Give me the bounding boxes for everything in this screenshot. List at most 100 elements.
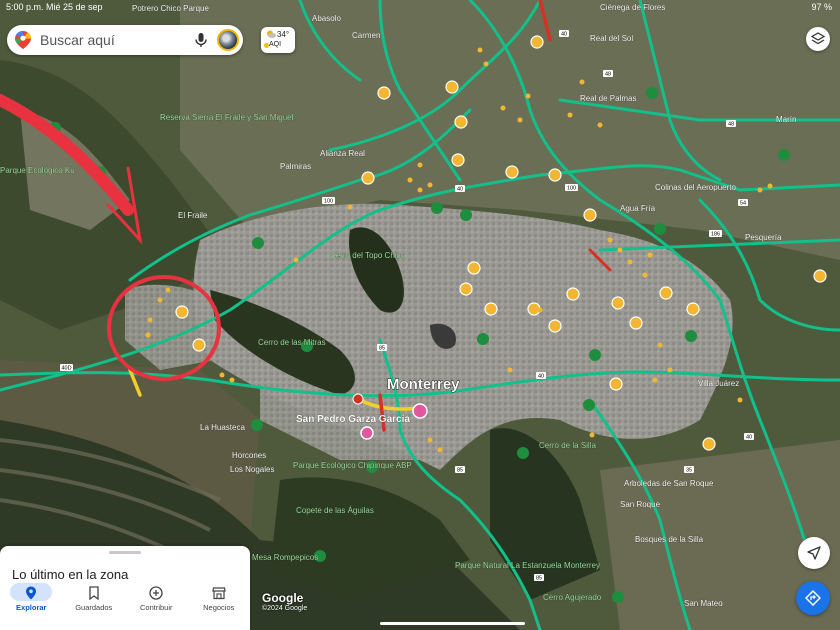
park-marker — [612, 591, 624, 603]
poi-star-marker — [629, 316, 643, 330]
poi-star-marker — [566, 287, 580, 301]
tab-contribuir[interactable]: Contribuir — [125, 582, 188, 630]
search-input[interactable] — [38, 31, 193, 49]
park-marker — [517, 447, 529, 459]
poi-star-marker — [175, 305, 189, 319]
home-indicator[interactable] — [380, 622, 525, 625]
place-label: Cerro de la Silla — [539, 441, 596, 450]
tab-label: Guardados — [75, 603, 113, 612]
place-label: Mesa Rompepicos — [252, 553, 318, 562]
tab-label: Contribuir — [139, 603, 173, 612]
location-pin-icon — [26, 586, 37, 600]
place-label: Agua Fría — [620, 204, 656, 213]
svg-text:40: 40 — [561, 32, 567, 38]
poi-star-marker — [467, 261, 481, 275]
tab-explorar[interactable]: Explorar — [0, 582, 63, 630]
poi-star-marker — [451, 153, 465, 167]
place-label: Real del Sol — [590, 34, 633, 43]
tab-label: Explorar — [16, 603, 47, 612]
place-label: Villa Juárez — [698, 379, 739, 388]
park-marker — [252, 237, 264, 249]
poi-star-marker — [454, 115, 468, 129]
place-label: Ciénega de Flores — [600, 3, 665, 12]
svg-text:40D: 40D — [61, 366, 71, 372]
place-label: Arboledas de San Roque — [624, 479, 714, 488]
svg-text:48: 48 — [728, 122, 734, 128]
tab-label: Negocios — [203, 603, 235, 612]
sheet-drag-handle[interactable] — [109, 551, 141, 554]
avatar[interactable] — [217, 29, 239, 51]
status-battery: 97 % — [811, 2, 832, 12]
place-label: Carmen — [352, 31, 380, 40]
svg-text:40: 40 — [538, 374, 544, 380]
park-marker — [685, 330, 697, 342]
temperature: 34° — [277, 30, 290, 39]
sheet-title: Lo último en la zona — [12, 567, 129, 582]
weather-chip[interactable]: 34° AQI — [261, 27, 295, 53]
tab-negocios[interactable]: Negocios — [188, 582, 251, 630]
svg-text:186: 186 — [711, 232, 720, 238]
poi-star-marker — [548, 319, 562, 333]
place-label: Cerro del Topo Chico — [330, 251, 406, 260]
poi-star-marker — [813, 269, 827, 283]
tab-guardados[interactable]: Guardados — [63, 582, 126, 630]
place-label: Parque Ecológico Ku — [0, 166, 75, 175]
svg-text:85: 85 — [536, 576, 542, 582]
shopping-marker — [360, 426, 374, 440]
place-label: Parque Natural La Estanzuela Monterrey — [455, 561, 600, 570]
place-label: La Huasteca — [200, 423, 245, 432]
poi-star-marker — [702, 437, 716, 451]
layers-button[interactable] — [806, 27, 830, 51]
svg-text:85: 85 — [457, 468, 463, 474]
city-label: Monterrey — [387, 376, 460, 393]
directions-button[interactable] — [796, 581, 830, 615]
park-marker — [589, 349, 601, 361]
search-bar[interactable] — [7, 25, 243, 55]
svg-text:35: 35 — [686, 468, 692, 474]
poi-star-marker — [459, 282, 473, 296]
storefront-icon — [212, 587, 226, 600]
my-location-button[interactable] — [798, 537, 830, 569]
satellite-map[interactable]: 40 40 100 100 85 85 85 186 54 48 48 40D … — [0, 0, 840, 630]
poi-star-marker — [583, 208, 597, 222]
place-label: Bosques de la Silla — [635, 535, 704, 544]
place-label: Potrero Chico Parque — [132, 4, 209, 13]
place-label: Copete de las Águilas — [296, 506, 374, 515]
park-marker — [431, 202, 443, 214]
microphone-icon[interactable] — [193, 32, 209, 48]
poi-star-marker — [377, 86, 391, 100]
park-marker — [477, 333, 489, 345]
place-label: Real de Palmas — [580, 94, 636, 103]
bottom-tab-bar: Explorar Guardados Contribuir Negocios — [0, 582, 250, 630]
place-label: Reserva Sierra El Fraile y San Miguel — [160, 113, 294, 122]
place-label: Marín — [776, 115, 796, 124]
svg-text:48: 48 — [605, 72, 611, 78]
google-maps-pin-icon — [15, 31, 31, 49]
svg-text:40: 40 — [746, 435, 752, 441]
status-time: 5:00 p.m. Mié 25 de sep — [6, 2, 103, 12]
poi-star-marker — [611, 296, 625, 310]
svg-text:40: 40 — [457, 187, 463, 193]
place-label: San Pedro Garza García — [296, 414, 410, 425]
poi-star-marker — [505, 165, 519, 179]
add-circle-icon — [149, 586, 163, 600]
poi-star-marker — [361, 171, 375, 185]
place-label: Cerro de las Mitras — [258, 338, 326, 347]
layers-icon — [811, 32, 825, 45]
closure-marker — [352, 393, 364, 405]
park-marker — [654, 223, 666, 235]
place-label: San Mateo — [684, 599, 723, 608]
park-marker — [583, 399, 595, 411]
poi-star-marker — [686, 302, 700, 316]
park-marker — [646, 87, 658, 99]
google-logo: Google — [262, 591, 304, 605]
svg-text:85: 85 — [379, 346, 385, 352]
poi-star-marker — [659, 286, 673, 300]
navigation-arrow-icon — [807, 546, 821, 560]
place-label: Abasolo — [312, 14, 341, 23]
poi-star-marker — [192, 338, 206, 352]
aqi-label: AQI — [269, 41, 282, 48]
place-label: Palmiras — [280, 162, 311, 171]
place-label: El Fraile — [178, 211, 208, 220]
place-label: Colinas del Aeropuerto — [655, 183, 736, 192]
